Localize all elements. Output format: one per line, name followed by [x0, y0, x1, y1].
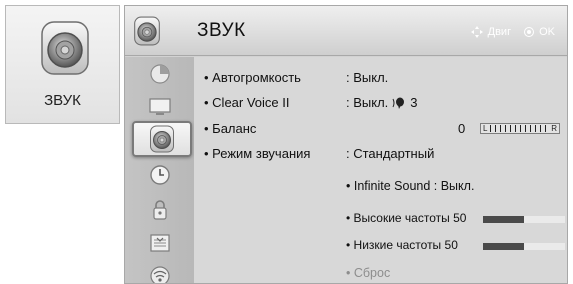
setting-value: : Стандартный — [346, 146, 435, 161]
balance-left-label: L — [483, 124, 488, 133]
hint-move-label: Двиг — [487, 26, 512, 38]
menu-header: ЗВУК Двиг OK — [125, 6, 567, 56]
bass-level-fill — [483, 243, 524, 250]
setting-sound-mode[interactable]: • Режим звучания : Стандартный — [194, 141, 567, 165]
balance-ticks — [490, 125, 549, 132]
page-title: ЗВУК — [197, 20, 246, 41]
ok-circle-icon — [524, 27, 535, 37]
balance-slider[interactable]: L R — [480, 123, 560, 134]
speaker-icon — [41, 21, 89, 75]
hint-ok-label: OK — [539, 26, 555, 38]
balance-value: 0 — [458, 121, 466, 136]
setting-label: • Высокие частоты 50 — [346, 211, 467, 225]
setting-label: • Режим звучания — [204, 146, 311, 161]
tile-label: ЗВУК — [44, 92, 81, 109]
category-sidebar — [125, 57, 194, 283]
setting-value: : Выкл. — [346, 70, 389, 85]
balance-right-label: R — [551, 124, 557, 133]
treble-level-bar — [483, 216, 565, 223]
setting-infinite-sound[interactable]: • Infinite Sound : Выкл. — [346, 179, 474, 193]
picture-icon — [150, 64, 170, 84]
speaker-icon — [150, 125, 174, 153]
setting-reset: • Сброс — [346, 266, 391, 280]
sidebar-item-screen[interactable] — [133, 91, 187, 121]
sidebar-item-network[interactable] — [133, 261, 187, 283]
sidebar-item-sound[interactable] — [132, 121, 192, 157]
setting-label: • Низкие частоты 50 — [346, 238, 458, 252]
settings-list: • Автогромкость : Выкл. • Clear Voice II… — [194, 57, 567, 283]
sound-tile[interactable]: ЗВУК — [5, 5, 120, 124]
setting-value: : Выкл. — [346, 95, 389, 110]
clock-icon — [150, 165, 170, 185]
setting-label: • Автогромкость — [204, 70, 301, 85]
sidebar-item-option[interactable] — [133, 228, 187, 258]
setting-label: • Баланс — [204, 121, 257, 136]
setting-balance[interactable]: • Баланс 0 L R — [194, 116, 567, 140]
sidebar-item-lock[interactable] — [133, 195, 187, 225]
voice-icon — [392, 97, 405, 109]
bass-level-bar — [483, 243, 565, 250]
treble-level-fill — [483, 216, 524, 223]
sidebar-item-picture[interactable] — [133, 59, 187, 89]
setting-label: • Clear Voice II — [204, 95, 290, 110]
setting-value-group: : Выкл. 3 — [346, 95, 418, 110]
setting-bass[interactable]: • Низкие частоты 50 — [194, 233, 567, 257]
screen-icon — [149, 98, 171, 115]
nav-hint: Двиг OK — [470, 25, 555, 39]
speaker-icon — [134, 16, 160, 46]
lock-icon — [153, 200, 167, 220]
sidebar-item-time[interactable] — [133, 160, 187, 190]
sound-menu-panel: ЗВУК Двиг OK • Автогромкость: Выкл. • C… — [124, 5, 568, 284]
option-icon — [150, 234, 170, 252]
voice-level: 3 — [410, 95, 418, 110]
setting-treble[interactable]: • Высокие частоты 50 — [194, 206, 567, 230]
setting-auto-volume[interactable]: • Автогромкость : Выкл. — [194, 65, 567, 89]
dpad-icon — [470, 26, 483, 38]
network-icon — [150, 266, 170, 283]
setting-clear-voice[interactable]: • Clear Voice II : Выкл. 3 — [194, 90, 567, 114]
